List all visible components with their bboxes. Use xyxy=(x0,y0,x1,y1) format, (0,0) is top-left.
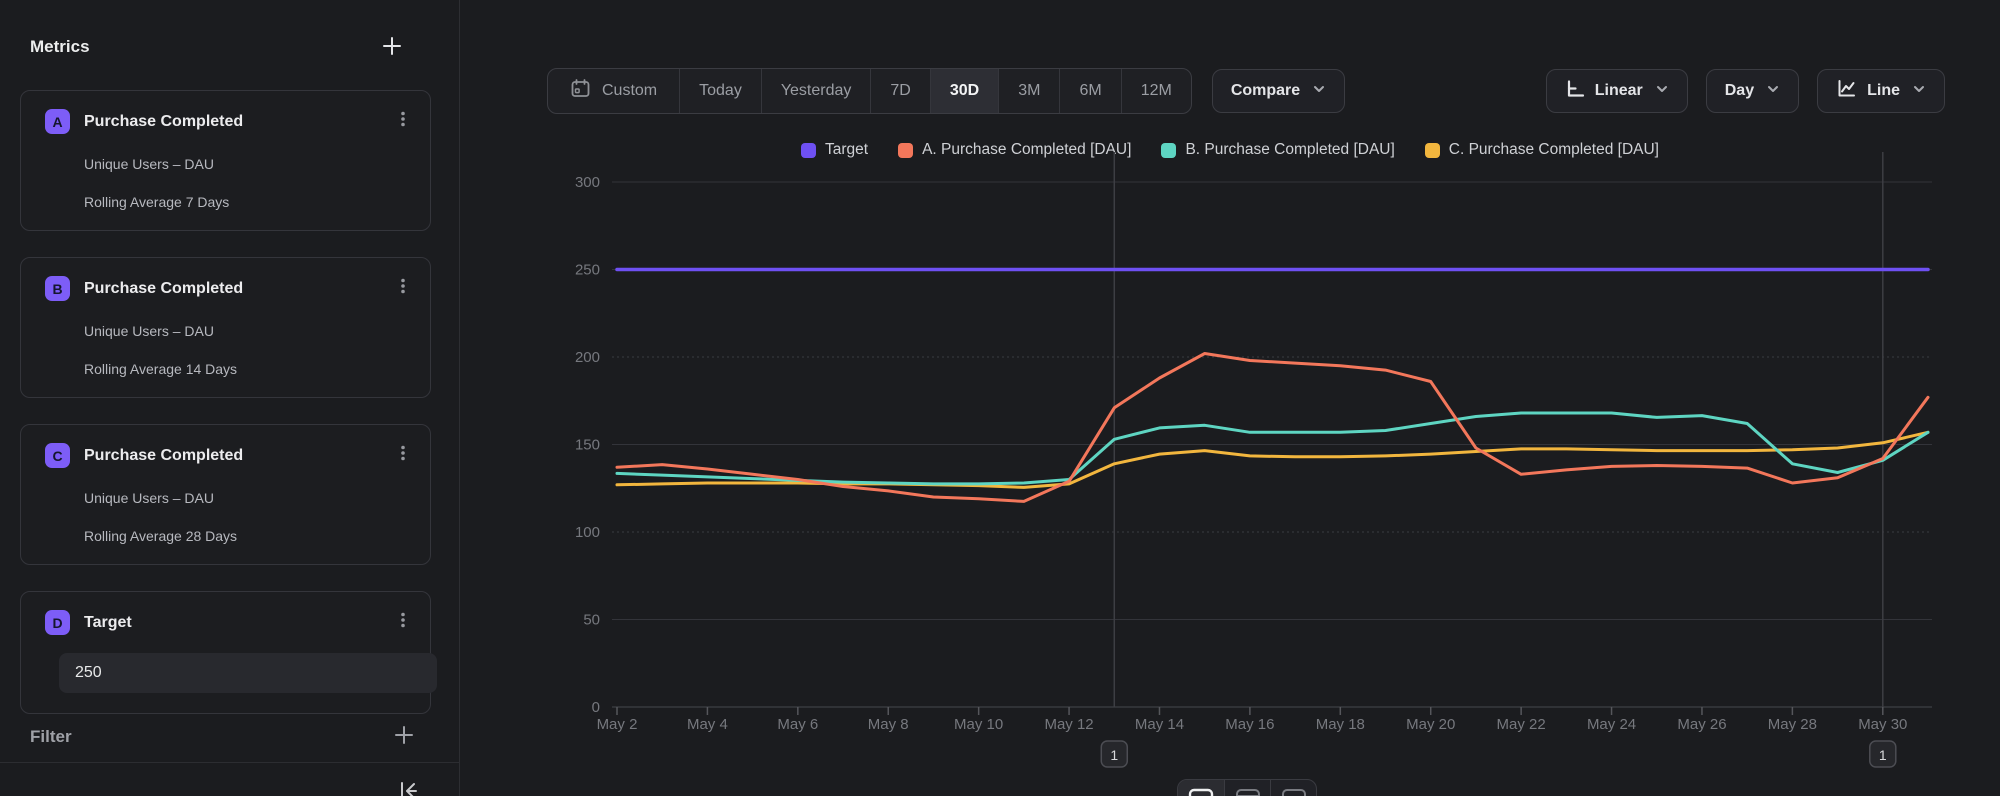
x-axis-label: May 30 xyxy=(1858,716,1907,733)
x-axis-label: May 22 xyxy=(1497,716,1546,733)
x-axis-label: May 14 xyxy=(1135,716,1184,733)
y-axis-label: 300 xyxy=(575,174,600,191)
series-line-A. Purchase Completed [DAU] xyxy=(617,354,1928,502)
x-axis-label: May 6 xyxy=(777,716,818,733)
y-axis-label: 50 xyxy=(583,612,600,629)
blank-view-toggle[interactable] xyxy=(1270,780,1316,796)
y-axis-label: 0 xyxy=(592,699,600,716)
panel-view-icon xyxy=(1281,788,1307,796)
x-axis-label: May 12 xyxy=(1044,716,1093,733)
x-axis-label: May 26 xyxy=(1677,716,1726,733)
view-toggle-group xyxy=(1177,779,1317,796)
x-axis-label: May 10 xyxy=(954,716,1003,733)
y-axis-label: 200 xyxy=(575,349,600,366)
annotation-badge-label: 1 xyxy=(1110,747,1118,763)
series-line-C. Purchase Completed [DAU] xyxy=(617,432,1928,487)
series-line-B. Purchase Completed [DAU] xyxy=(617,413,1928,484)
x-axis-label: May 20 xyxy=(1406,716,1455,733)
annotation-badge-label: 1 xyxy=(1879,747,1887,763)
x-axis-label: May 16 xyxy=(1225,716,1274,733)
chart-view-toggle[interactable] xyxy=(1178,780,1224,796)
x-axis-label: May 4 xyxy=(687,716,728,733)
x-axis-label: May 24 xyxy=(1587,716,1636,733)
table-view-icon xyxy=(1235,788,1261,796)
x-axis-label: May 2 xyxy=(597,716,638,733)
x-axis-label: May 18 xyxy=(1316,716,1365,733)
dashboard: Metrics A Purchase Completed Unique User… xyxy=(0,0,2000,796)
y-axis-label: 150 xyxy=(575,437,600,454)
line-chart[interactable]: 0 50 100 150 200 250 300 May 2 May 4 May 6 May 8 Ma… xyxy=(0,0,2000,796)
y-axis-label: 250 xyxy=(575,262,600,279)
y-axis-label: 100 xyxy=(575,524,600,541)
card-view-icon xyxy=(1188,788,1214,796)
x-axis-label: May 28 xyxy=(1768,716,1817,733)
x-axis-label: May 8 xyxy=(868,716,909,733)
table-view-toggle[interactable] xyxy=(1224,780,1270,796)
